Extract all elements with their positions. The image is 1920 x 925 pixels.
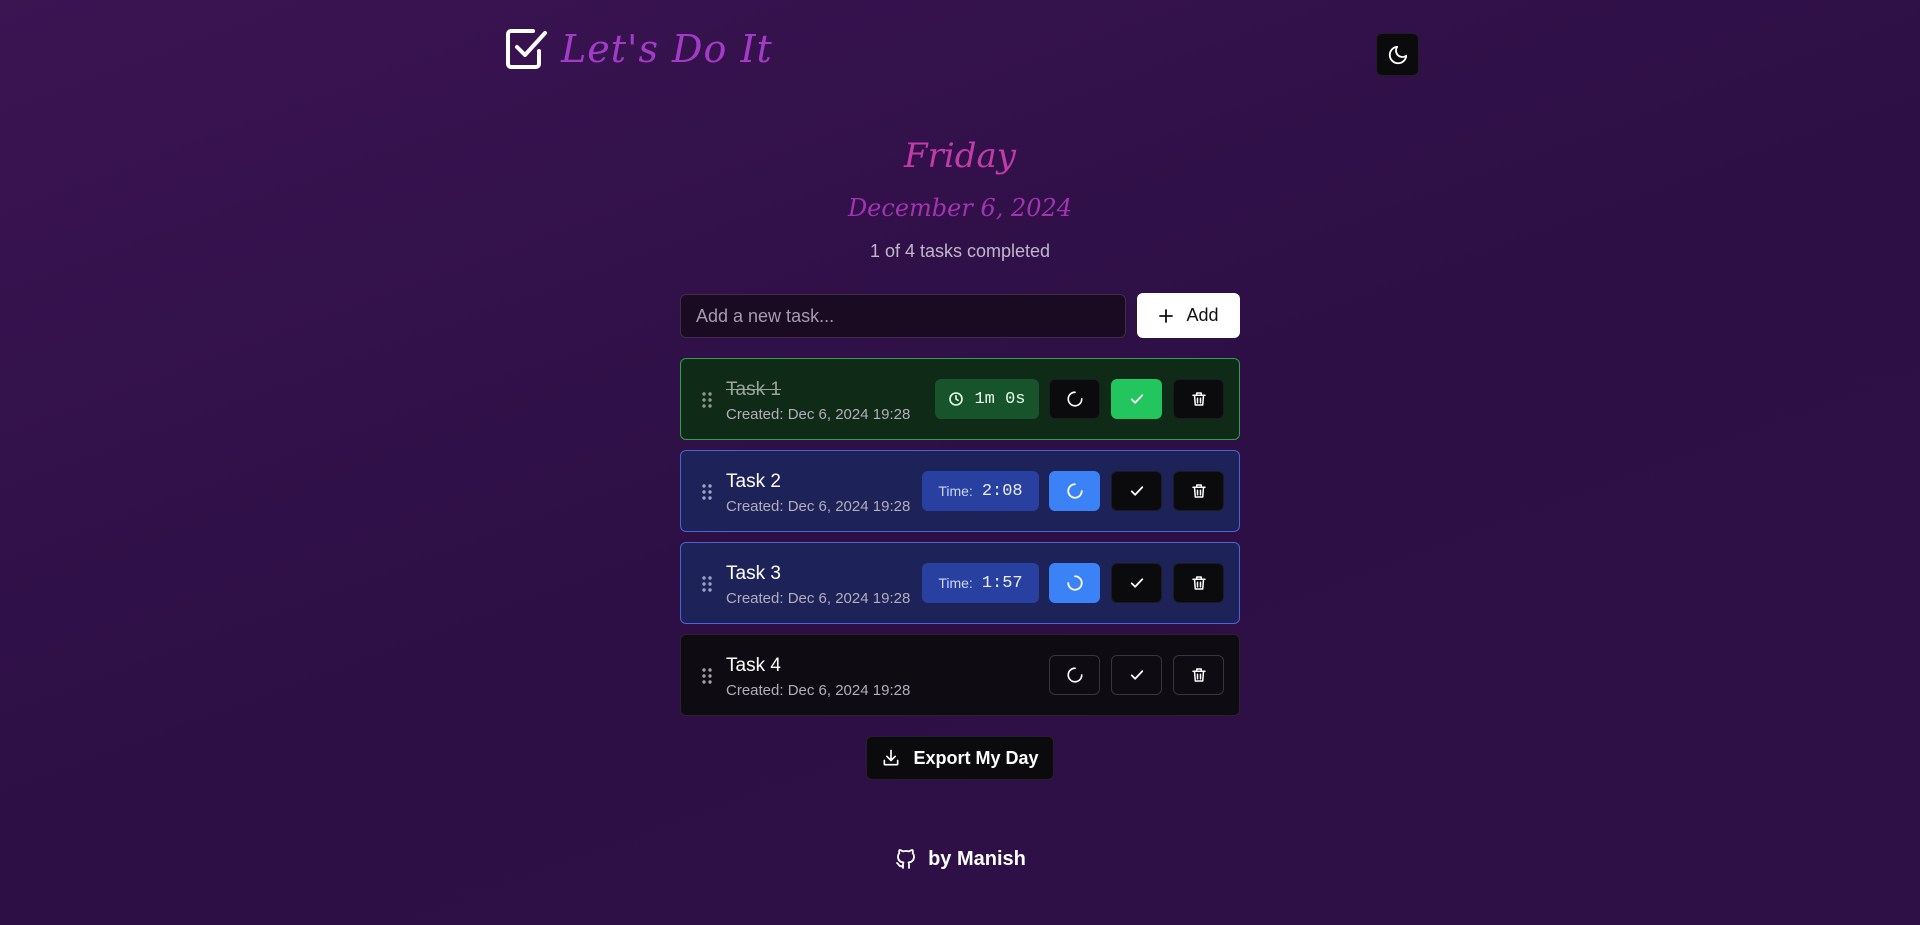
task-timer-value: 1:57 xyxy=(981,573,1023,593)
start-task-button[interactable] xyxy=(1049,563,1100,603)
delete-task-button[interactable] xyxy=(1173,655,1224,695)
drag-handle-icon[interactable] xyxy=(700,666,714,686)
task-timer: Time: 2:08 xyxy=(922,471,1039,511)
app-header: Let's Do It xyxy=(0,0,1920,100)
start-task-button[interactable] xyxy=(1049,471,1100,511)
task-name: Task 4 xyxy=(726,655,781,676)
task-created-date: Created: Dec 6, 2024 19:28 xyxy=(726,590,911,607)
task-name: Task 2 xyxy=(726,471,781,492)
add-task-button[interactable]: Add xyxy=(1137,293,1240,338)
drag-handle-icon[interactable] xyxy=(700,390,714,410)
clock-icon xyxy=(948,391,964,407)
plus-icon xyxy=(1158,308,1174,324)
moon-icon xyxy=(1387,44,1409,66)
restart-task-button[interactable] xyxy=(1049,379,1100,419)
drag-handle-icon[interactable] xyxy=(700,482,714,502)
task-item[interactable]: Task 1 Created: Dec 6, 2024 19:28 1m 0s xyxy=(680,358,1240,440)
download-icon xyxy=(881,748,901,768)
completion-summary: 1 of 4 tasks completed xyxy=(869,241,1051,261)
weekday-heading: Friday xyxy=(904,136,1016,176)
new-task-input[interactable] xyxy=(680,294,1126,338)
theme-toggle-button[interactable] xyxy=(1376,33,1419,76)
check-icon xyxy=(1128,390,1146,408)
delete-task-button[interactable] xyxy=(1173,379,1224,419)
trash-icon xyxy=(1190,390,1208,408)
export-day-button[interactable]: Export My Day xyxy=(866,736,1054,780)
check-icon xyxy=(1128,482,1146,500)
complete-task-button[interactable] xyxy=(1111,471,1162,511)
date-heading: December 6, 2024 xyxy=(847,194,1073,222)
task-created-date: Created: Dec 6, 2024 19:28 xyxy=(726,498,911,515)
task-timer: Time: 1:57 xyxy=(922,563,1039,603)
app-logo[interactable]: Let's Do It xyxy=(503,26,773,72)
start-task-button[interactable] xyxy=(1049,655,1100,695)
trash-icon xyxy=(1190,574,1208,592)
drag-handle-icon[interactable] xyxy=(700,574,714,594)
complete-task-button[interactable] xyxy=(1111,655,1162,695)
checkbox-icon xyxy=(503,26,549,72)
task-timer-label: Time: xyxy=(938,575,973,591)
task-created-date: Created: Dec 6, 2024 19:28 xyxy=(726,406,911,423)
footer: by Manish xyxy=(0,847,1920,871)
task-timer: 1m 0s xyxy=(935,379,1039,419)
task-name: Task 3 xyxy=(726,563,781,584)
trash-icon xyxy=(1190,666,1208,684)
task-timer-value: 2:08 xyxy=(981,481,1023,501)
trash-icon xyxy=(1190,482,1208,500)
export-day-label: Export My Day xyxy=(913,747,1039,768)
author-link[interactable]: by Manish xyxy=(928,848,1026,871)
task-item[interactable]: Task 4 Created: Dec 6, 2024 19:28 xyxy=(680,634,1240,716)
task-item[interactable]: Task 2 Created: Dec 6, 2024 19:28 Time: … xyxy=(680,450,1240,532)
add-task-label: Add xyxy=(1186,305,1219,325)
app-title: Let's Do It xyxy=(561,27,773,71)
check-icon xyxy=(1128,574,1146,592)
loading-spinner-icon xyxy=(1066,482,1084,500)
restart-icon xyxy=(1066,390,1084,408)
delete-task-button[interactable] xyxy=(1173,563,1224,603)
complete-task-button[interactable] xyxy=(1111,379,1162,419)
restart-icon xyxy=(1066,666,1084,684)
github-icon xyxy=(894,847,918,871)
check-icon xyxy=(1128,666,1146,684)
complete-task-button[interactable] xyxy=(1111,563,1162,603)
loading-spinner-icon xyxy=(1066,574,1084,592)
delete-task-button[interactable] xyxy=(1173,471,1224,511)
task-timer-label: Time: xyxy=(938,483,973,499)
task-item[interactable]: Task 3 Created: Dec 6, 2024 19:28 Time: … xyxy=(680,542,1240,624)
task-name: Task 1 xyxy=(726,379,781,400)
task-created-date: Created: Dec 6, 2024 19:28 xyxy=(726,682,911,699)
task-timer-value: 1m 0s xyxy=(974,389,1026,409)
